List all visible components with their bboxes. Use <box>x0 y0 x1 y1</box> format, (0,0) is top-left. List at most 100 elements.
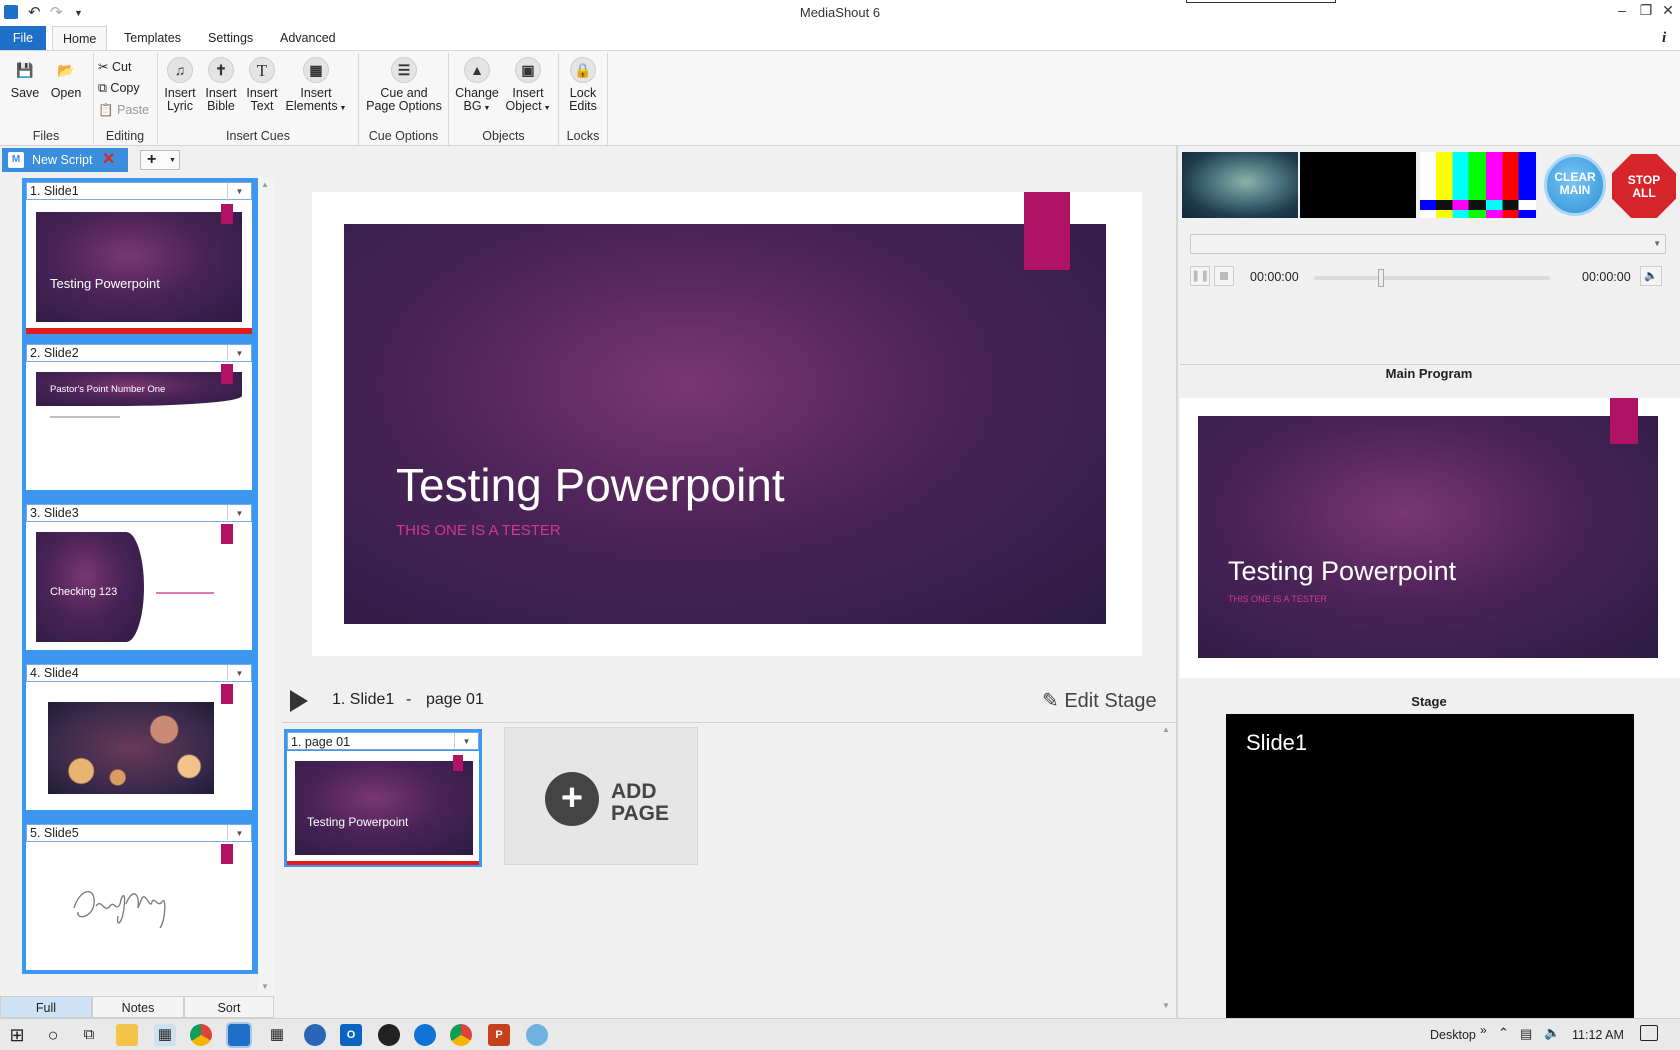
slide-list-scrollbar[interactable]: ▲ ▼ <box>258 178 274 996</box>
seek-slider-thumb[interactable] <box>1378 269 1384 287</box>
bokeh-image <box>48 702 214 794</box>
paste-button[interactable]: 📋 Paste <box>98 103 149 118</box>
start-button-icon[interactable]: ⊞ <box>6 1024 28 1046</box>
paint-icon[interactable] <box>526 1024 548 1046</box>
desktop-toolbar-label[interactable]: Desktop <box>1430 1028 1476 1042</box>
save-button[interactable]: 💾 Save <box>8 57 42 100</box>
file-explorer-icon[interactable] <box>116 1024 138 1046</box>
scroll-up-icon[interactable]: ▲ <box>261 180 269 189</box>
add-page-button[interactable]: + ADD PAGE <box>504 727 698 865</box>
page-card[interactable]: 1. page 01 ▼ Testing Powerpoint <box>284 729 482 867</box>
volume-icon[interactable]: 🔈 <box>1544 1025 1560 1041</box>
app-icon-blue[interactable] <box>304 1024 326 1046</box>
tab-notes[interactable]: Notes <box>92 996 184 1018</box>
tab-sort[interactable]: Sort <box>184 996 274 1018</box>
cue-marker <box>221 204 233 224</box>
tab-templates[interactable]: Templates <box>114 26 191 50</box>
stop-button[interactable] <box>1214 266 1234 286</box>
cut-button[interactable]: ✂ Cut <box>98 59 131 74</box>
subtitle-placeholder <box>156 592 214 594</box>
mediashout-icon[interactable] <box>226 1022 252 1048</box>
notepad-icon[interactable]: ▦ <box>154 1024 176 1046</box>
pause-button[interactable]: ❚❚ <box>1190 266 1210 286</box>
system-tray-expand-icon[interactable]: ⌃ <box>1498 1025 1509 1041</box>
cue-page-options-button[interactable]: ☰ Cue and Page Options <box>364 57 444 113</box>
background-swatch-black[interactable] <box>1300 152 1416 218</box>
tab-advanced[interactable]: Advanced <box>270 26 346 50</box>
play-slide-label: 1. Slide1 <box>332 691 395 708</box>
slide-card[interactable]: 4. Slide4 ▼ <box>26 664 252 810</box>
slide-preview[interactable]: Testing Powerpoint THIS ONE IS A TESTER <box>344 224 1106 624</box>
outlook-icon[interactable]: O <box>340 1024 362 1046</box>
add-tab-button[interactable]: + ▼ <box>140 150 180 170</box>
stage-preview[interactable]: Slide1 <box>1226 714 1634 1018</box>
insert-bible-button[interactable]: ✝ Insert Bible <box>201 57 241 113</box>
slide-list-panel: 1. Slide1 ▼ Testing Powerpoint 2. Slide2 ▼… <box>22 178 258 974</box>
chevron-down-icon[interactable]: ▼ <box>227 183 251 201</box>
stage-text: Slide1 <box>1246 730 1308 755</box>
scroll-down-icon[interactable]: ▼ <box>1162 1001 1170 1010</box>
chevron-down-icon[interactable]: ▼ <box>227 825 251 843</box>
task-view-icon[interactable]: ⧉ <box>78 1024 100 1046</box>
copy-button[interactable]: ⧉ Copy <box>98 81 140 96</box>
change-bg-button[interactable]: ▲ Change BG ▼ <box>454 57 500 115</box>
volume-button[interactable]: 🔈 <box>1640 266 1662 286</box>
page-thumbnail: Testing Powerpoint <box>295 761 473 855</box>
powerpoint-icon[interactable]: P <box>488 1024 510 1046</box>
tab-file[interactable]: File <box>0 26 46 50</box>
slide-card[interactable]: 3. Slide3 ▼ Checking 123 <box>26 504 252 650</box>
slide-subtitle: THIS ONE IS A TESTER <box>396 522 561 539</box>
app-icon-dark[interactable] <box>378 1024 400 1046</box>
background-swatch-color-bars[interactable] <box>1420 152 1536 218</box>
media-select-dropdown[interactable]: ▼ <box>1190 234 1666 254</box>
chrome-icon[interactable] <box>190 1024 212 1046</box>
slide-card[interactable]: 1. Slide1 ▼ Testing Powerpoint <box>26 182 252 334</box>
clock[interactable]: 11:12 AM <box>1572 1028 1624 1042</box>
chevron-down-icon[interactable]: ▼ <box>227 345 251 363</box>
program-title: Testing Powerpoint <box>1228 556 1457 586</box>
scroll-up-icon[interactable]: ▲ <box>1162 725 1170 734</box>
document-tab-new-script[interactable]: M New Script ✕ <box>2 148 128 172</box>
chevron-down-icon[interactable]: ▼ <box>227 665 251 683</box>
teamviewer-icon[interactable] <box>414 1024 436 1046</box>
slide-card[interactable]: 2. Slide2 ▼ Pastor's Point Number One <box>26 344 252 490</box>
play-icon[interactable] <box>290 690 308 712</box>
close-window-button[interactable]: ✕ <box>1658 2 1678 19</box>
scroll-down-icon[interactable]: ▼ <box>261 982 269 991</box>
chevron-down-icon[interactable]: ▼ <box>454 733 478 749</box>
slide-thumbnail-title: Checking 123 <box>50 586 118 598</box>
insert-lyric-button[interactable]: ♫ Insert Lyric <box>160 57 200 113</box>
minimize-button[interactable]: ‒ <box>1612 2 1632 18</box>
slide-card[interactable]: 5. Slide5 ▼ <box>26 824 252 970</box>
seek-slider[interactable] <box>1314 269 1550 287</box>
tab-settings[interactable]: Settings <box>198 26 263 50</box>
close-tab-icon[interactable]: ✕ <box>102 148 115 172</box>
main-program-preview[interactable]: Testing Powerpoint THIS ONE IS A TESTER <box>1198 416 1658 658</box>
notifications-icon[interactable] <box>1640 1025 1658 1041</box>
toolbar-chevron[interactable]: » <box>1480 1023 1487 1037</box>
insert-text-button[interactable]: T Insert Text <box>242 57 282 113</box>
lock-edits-button[interactable]: 🔒 Lock Edits <box>562 57 604 113</box>
calculator-icon[interactable]: ▦ <box>266 1024 288 1046</box>
search-icon[interactable]: ○ <box>42 1024 64 1046</box>
edit-stage-button[interactable]: ✎ Edit Stage <box>1042 688 1157 713</box>
info-icon[interactable]: i <box>1662 30 1666 47</box>
open-button[interactable]: 📂 Open <box>48 57 84 100</box>
title-bar-indicator <box>1186 0 1336 3</box>
time-start: 00:00:00 <box>1250 270 1299 284</box>
chrome-icon[interactable] <box>450 1024 472 1046</box>
script-icon: M <box>8 152 24 168</box>
chevron-down-icon[interactable]: ▼ <box>227 505 251 523</box>
restore-button[interactable]: ❐ <box>1636 2 1656 19</box>
tab-home[interactable]: Home <box>52 26 108 50</box>
network-icon[interactable]: ▤ <box>1520 1026 1532 1042</box>
clear-main-button[interactable]: CLEAR MAIN <box>1544 154 1606 216</box>
stop-all-button[interactable]: STOP ALL <box>1612 154 1676 218</box>
tab-full[interactable]: Full <box>0 996 92 1018</box>
insert-object-button[interactable]: ▣ Insert Object ▼ <box>502 57 554 115</box>
active-slide-bar <box>26 328 252 334</box>
add-page-label-1: ADD <box>611 780 657 803</box>
insert-elements-button[interactable]: ▦ Insert Elements ▼ <box>284 57 348 115</box>
background-swatch-clouds[interactable] <box>1182 152 1298 218</box>
active-page-bar <box>287 861 479 865</box>
